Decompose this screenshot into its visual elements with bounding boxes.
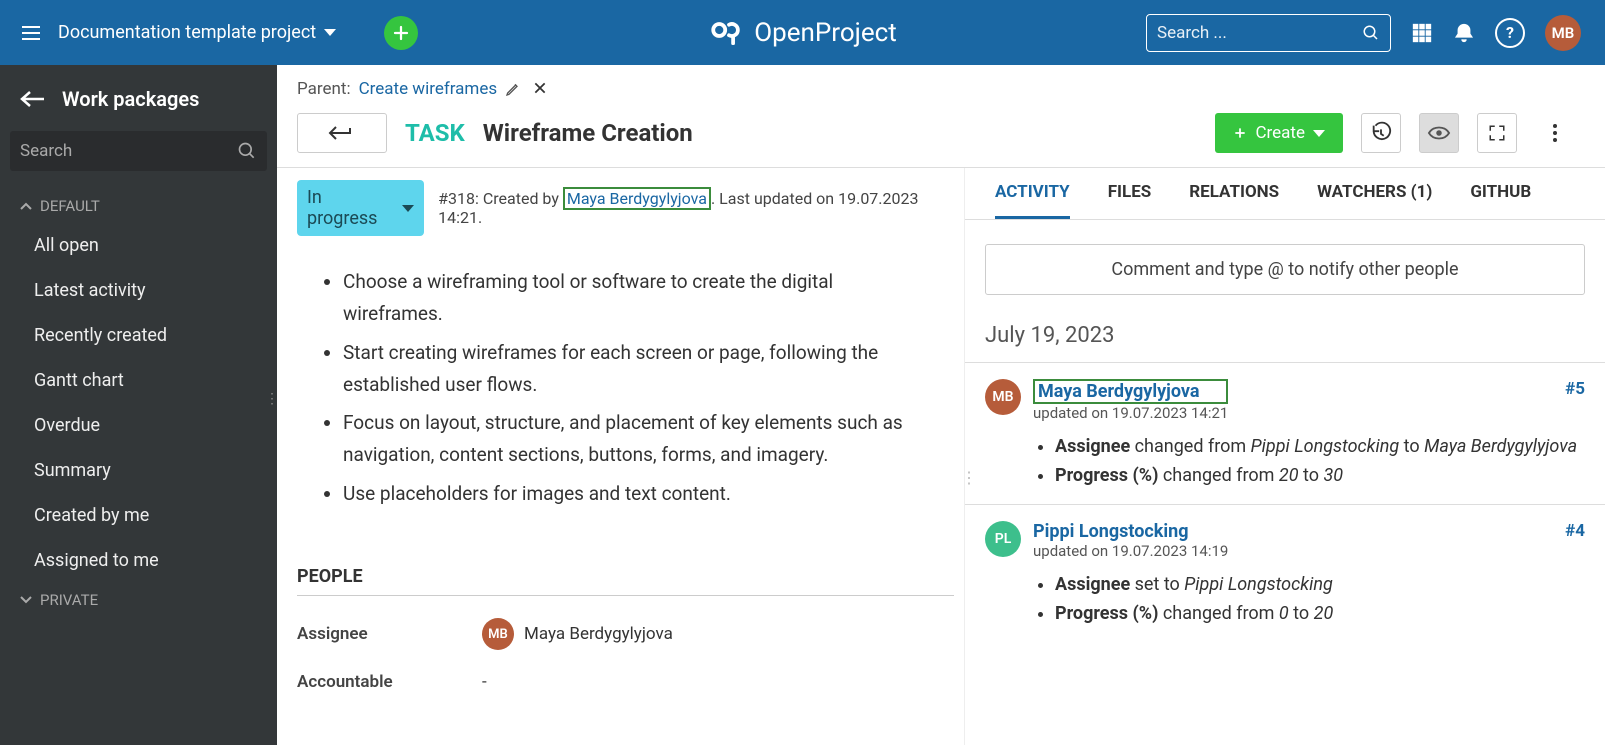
- brand: OpenProject: [708, 15, 897, 51]
- assignee-field[interactable]: Assignee MB Maya Berdygylyjova: [297, 596, 954, 650]
- breadcrumb: Parent: Create wireframes: [277, 65, 1605, 99]
- sidebar-item[interactable]: Latest activity: [0, 268, 277, 313]
- comment-input[interactable]: Comment and type @ to notify other peopl…: [985, 244, 1585, 295]
- activity-timestamp: updated on 19.07.2023 14:21: [1033, 404, 1228, 422]
- brand-text: OpenProject: [754, 18, 897, 48]
- tab-relations[interactable]: RELATIONS: [1189, 182, 1279, 219]
- sidebar-item[interactable]: Summary: [0, 448, 277, 493]
- avatar: MB: [985, 379, 1021, 415]
- people-heading: PEOPLE: [297, 566, 954, 596]
- accountable-field[interactable]: Accountable -: [297, 650, 954, 692]
- project-name: Documentation template project: [58, 22, 316, 43]
- activity-change: Assignee set to Pippi Longstocking: [1055, 574, 1585, 595]
- back-button[interactable]: [297, 113, 387, 153]
- sidebar-item[interactable]: Overdue: [0, 403, 277, 448]
- tab-github[interactable]: GITHUB: [1470, 182, 1531, 219]
- tab-watchers[interactable]: WATCHERS (1): [1317, 182, 1432, 219]
- search-icon: [1362, 24, 1380, 42]
- activity-anchor[interactable]: #4: [1565, 521, 1585, 541]
- activity-change: Progress (%) changed from 0 to 20: [1055, 603, 1585, 624]
- chevron-down-icon: [20, 596, 32, 604]
- work-package-type: TASK: [405, 119, 465, 147]
- user-avatar[interactable]: MB: [1545, 15, 1581, 51]
- sidebar-item[interactable]: Recently created: [0, 313, 277, 358]
- sidebar-item[interactable]: Assigned to me: [0, 538, 277, 583]
- help-icon[interactable]: ?: [1495, 18, 1525, 48]
- group-private[interactable]: PRIVATE: [0, 583, 277, 617]
- main-content: Parent: Create wireframes TASK Wireframe…: [277, 65, 1605, 745]
- meta-info: #318: Created by Maya Berdygylyjova. Las…: [438, 189, 954, 227]
- sidebar-search[interactable]: Search: [10, 131, 267, 171]
- menu-icon[interactable]: [22, 26, 40, 40]
- chevron-up-icon: [20, 202, 32, 210]
- bell-icon[interactable]: [1453, 22, 1475, 44]
- activity-user-link[interactable]: Maya Berdygylyjova: [1033, 379, 1228, 404]
- plus-icon: [392, 24, 410, 42]
- fullscreen-button[interactable]: [1477, 113, 1517, 153]
- activity-entry: PL Pippi Longstockingupdated on 19.07.202…: [965, 504, 1605, 642]
- eye-icon: [1428, 126, 1450, 140]
- tab-files[interactable]: FILES: [1108, 182, 1152, 219]
- avatar: PL: [985, 521, 1021, 557]
- back-arrow-icon[interactable]: [20, 90, 44, 108]
- watch-button[interactable]: [1419, 113, 1459, 153]
- search-placeholder: Search ...: [1157, 23, 1362, 43]
- activity-timestamp: updated on 19.07.2023 14:19: [1033, 542, 1228, 560]
- chevron-down-icon: [1313, 130, 1325, 137]
- global-search[interactable]: Search ...: [1146, 14, 1391, 52]
- description-item: Focus on layout, structure, and placemen…: [343, 407, 924, 472]
- search-icon: [237, 141, 257, 161]
- sidebar-item[interactable]: Created by me: [0, 493, 277, 538]
- create-button[interactable]: Create: [1215, 113, 1343, 153]
- description[interactable]: Choose a wireframing tool or software to…: [297, 236, 954, 536]
- splitter-handle-icon[interactable]: ⋮: [965, 468, 977, 487]
- chevron-down-icon: [324, 29, 336, 36]
- activity-change: Assignee changed from Pippi Longstocking…: [1055, 436, 1585, 457]
- sidebar-search-placeholder: Search: [20, 141, 237, 161]
- chevron-down-icon: [402, 205, 414, 212]
- add-button[interactable]: [384, 16, 418, 50]
- group-default[interactable]: DEFAULT: [0, 189, 277, 223]
- sidebar-title: Work packages: [62, 87, 199, 111]
- apps-icon[interactable]: [1411, 22, 1433, 44]
- sidebar: Work packages Search DEFAULT All openLat…: [0, 65, 277, 745]
- top-bar: Documentation template project OpenProje…: [0, 0, 1605, 65]
- creator-link[interactable]: Maya Berdygylyjova: [563, 187, 711, 210]
- assignee-value: Maya Berdygylyjova: [524, 624, 673, 644]
- more-button[interactable]: [1535, 113, 1575, 153]
- parent-link[interactable]: Create wireframes: [359, 79, 498, 99]
- sidebar-item[interactable]: All open: [0, 223, 277, 268]
- accountable-value: -: [482, 672, 487, 692]
- avatar: MB: [482, 618, 514, 650]
- sidebar-item[interactable]: Gantt chart: [0, 358, 277, 403]
- activity-toggle-button[interactable]: [1361, 113, 1401, 153]
- description-item: Start creating wireframes for each scree…: [343, 337, 924, 402]
- history-icon: [1370, 122, 1392, 144]
- activity-user-link[interactable]: Pippi Longstocking: [1033, 521, 1228, 542]
- activity-change: Progress (%) changed from 20 to 30: [1055, 465, 1585, 486]
- activity-anchor[interactable]: #5: [1565, 379, 1585, 399]
- detail-tabs: ACTIVITY FILES RELATIONS WATCHERS (1) GI…: [965, 168, 1605, 220]
- description-item: Choose a wireframing tool or software to…: [343, 266, 924, 331]
- return-icon: [328, 125, 356, 141]
- parent-label: Parent:: [297, 79, 351, 99]
- activity-date: July 19, 2023: [965, 319, 1605, 362]
- resize-handle-icon[interactable]: ⋮: [265, 391, 279, 407]
- description-item: Use placeholders for images and text con…: [343, 478, 924, 510]
- activity-entry: MB Maya Berdygylyjovaupdated on 19.07.202…: [965, 362, 1605, 504]
- edit-icon[interactable]: [505, 81, 521, 97]
- close-icon[interactable]: [533, 81, 547, 95]
- plus-icon: [1233, 126, 1247, 140]
- page-title[interactable]: Wireframe Creation: [483, 119, 693, 147]
- expand-icon: [1488, 124, 1506, 142]
- kebab-icon: [1552, 123, 1558, 143]
- status-selector[interactable]: In progress: [297, 180, 424, 236]
- logo-icon: [708, 15, 744, 51]
- project-selector[interactable]: Documentation template project: [58, 22, 336, 43]
- tab-activity[interactable]: ACTIVITY: [995, 182, 1070, 219]
